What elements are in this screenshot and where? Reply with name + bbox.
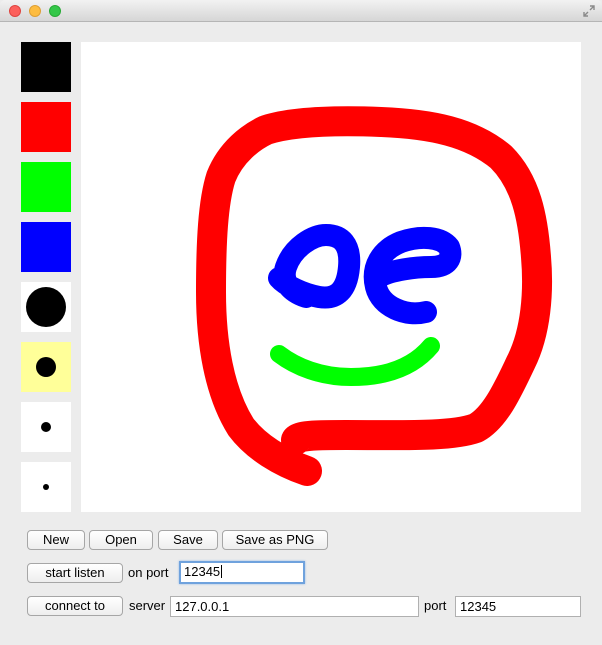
brush-large-dot-icon: [26, 287, 66, 327]
brush-size-tiny[interactable]: [21, 462, 71, 512]
canvas-drawing: [196, 106, 553, 486]
text-caret: [221, 565, 223, 578]
port-label: port: [424, 598, 447, 613]
connect-port-input[interactable]: 12345: [455, 596, 581, 617]
blue-right-eye-stroke: [363, 226, 462, 325]
server-address-value: 127.0.0.1: [175, 599, 230, 614]
blue-left-eye-stroke: [268, 224, 361, 309]
connect-port-value: 12345: [460, 599, 497, 614]
close-window-button[interactable]: [9, 5, 21, 17]
minimize-window-button[interactable]: [29, 5, 41, 17]
listen-port-input[interactable]: 12345: [179, 561, 305, 584]
listen-port-value: 12345: [184, 564, 221, 579]
server-address-input[interactable]: 127.0.0.1: [170, 596, 419, 617]
on-port-label: on port: [128, 565, 169, 580]
color-swatch-red[interactable]: [21, 102, 71, 152]
color-swatch-green[interactable]: [21, 162, 71, 212]
brush-tiny-dot-icon: [43, 484, 49, 490]
open-button[interactable]: Open: [89, 530, 153, 550]
server-label: server: [129, 598, 166, 613]
connect-to-button[interactable]: connect to: [27, 596, 123, 616]
drawing-canvas[interactable]: [81, 42, 581, 512]
start-listen-button[interactable]: start listen: [27, 563, 123, 583]
title-bar: [0, 0, 602, 22]
new-button[interactable]: New: [27, 530, 85, 550]
brush-small-dot-icon: [41, 422, 51, 432]
save-as-png-button[interactable]: Save as PNG: [222, 530, 328, 550]
zoom-window-button[interactable]: [49, 5, 61, 17]
brush-size-large[interactable]: [21, 282, 71, 332]
brush-medium-dot-icon: [36, 357, 56, 377]
fullscreen-icon[interactable]: [582, 4, 596, 18]
green-smile-stroke: [270, 337, 440, 386]
color-swatch-black[interactable]: [21, 42, 71, 92]
brush-size-small[interactable]: [21, 402, 71, 452]
brush-size-medium[interactable]: [21, 342, 71, 392]
color-swatch-blue[interactable]: [21, 222, 71, 272]
save-button[interactable]: Save: [158, 530, 218, 550]
